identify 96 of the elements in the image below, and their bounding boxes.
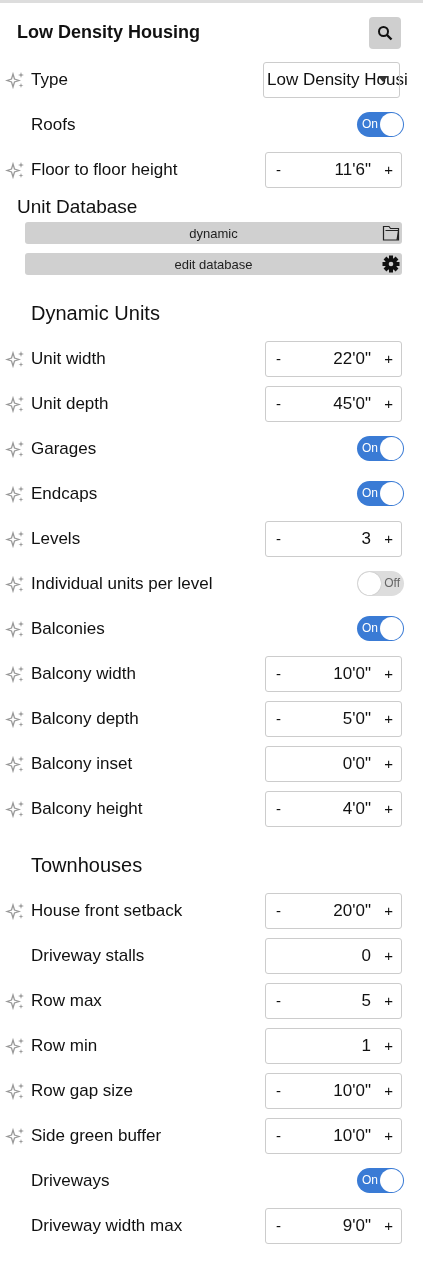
database-button[interactable]: dynamic [25,222,402,244]
decrement-button[interactable]: - [276,902,281,919]
field-label: Floor to floor height [30,159,179,180]
field-label: Driveway width max [30,1215,184,1236]
field-label: Side green buffer [30,1125,163,1146]
gear-icon [382,255,400,273]
number-field[interactable]: - 20'0" + [265,892,402,929]
field-value: 10'0" [333,1125,371,1146]
field-label: Unit width [30,348,107,369]
section-heading: Townhouses [30,854,144,878]
folder-icon [382,224,400,242]
decrement-button[interactable]: - [276,800,281,817]
field-value: 11'6" [334,159,371,180]
increment-button[interactable]: + [384,1037,393,1054]
field-label: House front setback [30,900,184,921]
number-field[interactable]: 0'0" + [265,745,402,782]
field-value: 45'0" [333,393,371,414]
field-label: Garages [30,438,98,459]
field-label: Levels [30,528,82,549]
toggle-switch[interactable]: On [357,481,404,506]
database-button[interactable]: edit database [25,253,402,275]
number-field[interactable]: - 4'0" + [265,790,402,827]
field-value: 0'0" [342,753,371,774]
field-label: Unit depth [30,393,110,414]
field-value: 9'0" [342,1215,371,1236]
increment-button[interactable]: + [384,350,393,367]
decrement-button[interactable]: - [276,161,281,178]
decrement-button[interactable]: - [276,350,281,367]
field-label: Row max [30,990,103,1011]
number-field[interactable]: - 22'0" + [265,340,402,377]
number-field[interactable]: - 5 + [265,982,402,1019]
toggle-switch[interactable]: On [357,112,404,137]
field-label: Roofs [30,114,77,135]
number-field[interactable]: - 45'0" + [265,385,402,422]
field-value: 0 [361,945,371,966]
field-value: 10'0" [333,1080,371,1101]
field-label: Balcony width [30,663,137,684]
field-value: 22'0" [333,348,371,369]
increment-button[interactable]: + [384,800,393,817]
number-field[interactable]: - 11'6" + [265,151,402,188]
increment-button[interactable]: + [384,161,393,178]
field-label: Driveway stalls [30,945,146,966]
number-field[interactable]: - 10'0" + [265,1117,402,1154]
field-label: Type [30,69,69,90]
field-value: 20'0" [333,900,371,921]
increment-button[interactable]: + [384,530,393,547]
number-field[interactable]: 0 + [265,937,402,974]
panel-title: Low Density Housing [17,22,200,43]
decrement-button[interactable]: - [276,395,281,412]
decrement-button[interactable]: - [276,1082,281,1099]
increment-button[interactable]: + [384,710,393,727]
number-field[interactable]: - 10'0" + [265,1072,402,1109]
field-value: 5 [361,990,371,1011]
toggle-switch[interactable]: On [357,436,404,461]
toggle-switch[interactable]: Off [357,571,404,596]
decrement-button[interactable]: - [276,992,281,1009]
number-field[interactable]: 1 + [265,1027,402,1064]
toggle-switch[interactable]: On [357,1168,404,1193]
search-button[interactable] [369,16,401,49]
field-label: Row min [30,1035,99,1056]
decrement-button[interactable]: - [276,710,281,727]
section-heading: Unit Database [16,196,139,218]
field-label: Driveways [30,1170,111,1191]
toggle-switch[interactable]: On [357,616,404,641]
field-value: 3 [361,528,371,549]
caret-icon [378,75,388,82]
decrement-button[interactable]: - [276,665,281,682]
increment-button[interactable]: + [384,1082,393,1099]
number-field[interactable]: - 10'0" + [265,655,402,692]
field-value: 10'0" [333,663,371,684]
number-field[interactable]: - 9'0" + [265,1207,402,1244]
field-label: Row gap size [30,1080,135,1101]
field-label: Balcony inset [30,753,134,774]
increment-button[interactable]: + [384,665,393,682]
field-value: 5'0" [342,708,371,729]
decrement-button[interactable]: - [276,1217,281,1234]
field-value: 4'0" [342,798,371,819]
field-value: 1 [361,1035,371,1056]
increment-button[interactable]: + [384,947,393,964]
increment-button[interactable]: + [384,1127,393,1144]
increment-button[interactable]: + [384,902,393,919]
field-label: Individual units per level [30,573,214,594]
field-label: Endcaps [30,483,99,504]
field-label: Balcony depth [30,708,140,729]
increment-button[interactable]: + [384,395,393,412]
decrement-button[interactable]: - [276,530,281,547]
decrement-button[interactable]: - [276,1127,281,1144]
increment-button[interactable]: + [384,755,393,772]
increment-button[interactable]: + [384,992,393,1009]
number-field[interactable]: - 5'0" + [265,700,402,737]
field-label: Balconies [30,618,106,639]
field-label: Balcony height [30,798,144,819]
number-field[interactable]: - 3 + [265,520,402,557]
search-icon [377,24,393,41]
increment-button[interactable]: + [384,1217,393,1234]
section-heading: Dynamic Units [30,302,161,326]
